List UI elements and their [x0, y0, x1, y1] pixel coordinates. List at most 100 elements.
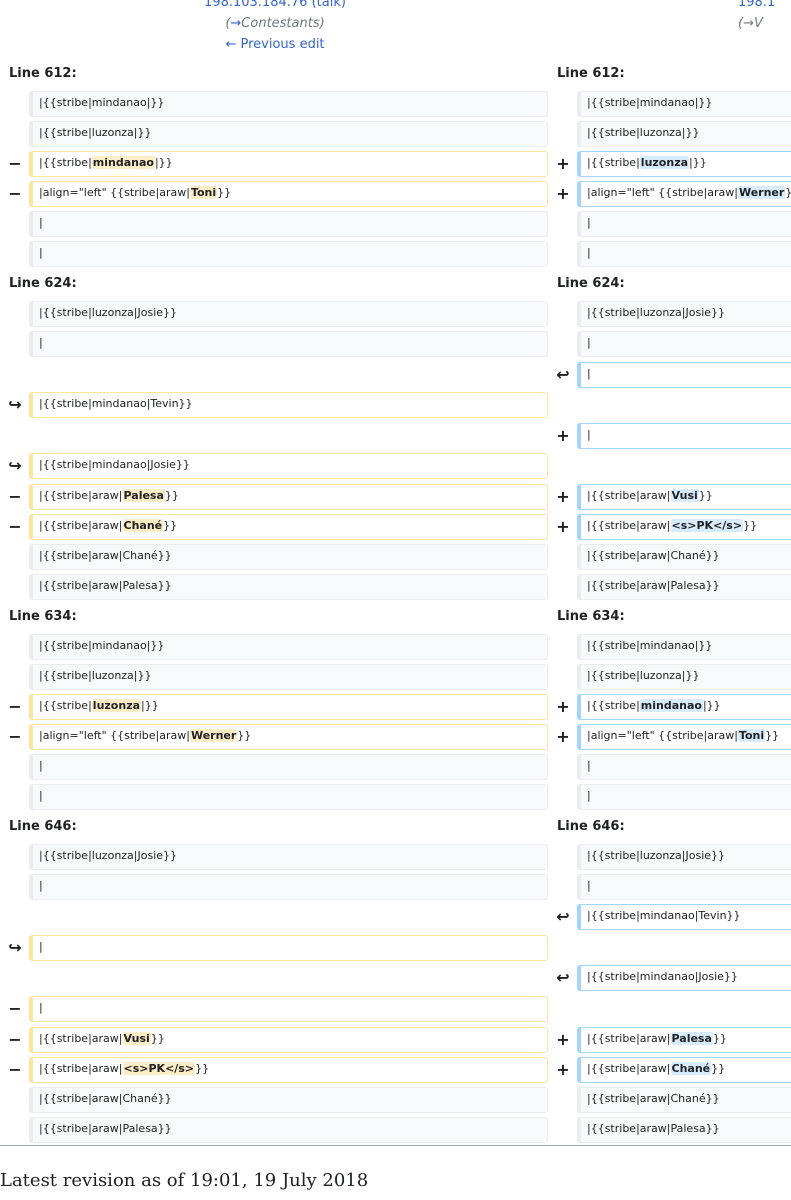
- line-label-right: Line 612:: [557, 66, 625, 81]
- minus-icon: −: [8, 154, 22, 173]
- diff-change-highlight: mindanao: [91, 156, 155, 169]
- diff-text: }}: [712, 1032, 727, 1045]
- diff-text: |align="left" {{stribe|araw|: [587, 729, 738, 742]
- diff-text: |}}: [689, 156, 707, 169]
- diff-change-highlight: Werner: [189, 729, 238, 742]
- plus-icon: +: [556, 154, 570, 173]
- diff-cell-old: |{{stribe|araw|Palesa}}: [29, 484, 548, 510]
- moved-paragraph-return-icon[interactable]: ↩: [554, 965, 572, 991]
- diff-cell-old: |{{stribe|araw|Vusi}}: [29, 1027, 548, 1053]
- line-label-right: Line 634:: [557, 609, 625, 624]
- diff-change-highlight: Chané: [122, 519, 164, 532]
- right-ip-link[interactable]: 198.1: [738, 0, 775, 10]
- diff-cell-new: |align="left" {{stribe|araw|Toni}}: [577, 724, 791, 750]
- diff-change-highlight: luzonza: [639, 156, 690, 169]
- diff-text: |}}: [141, 699, 159, 712]
- diff-text: }}: [711, 1062, 726, 1075]
- diff-cell-old: |{{stribe|mindanao|}}: [29, 151, 548, 177]
- latest-revision-heading: Latest revision as of 19:01, 19 July 201…: [0, 1170, 369, 1191]
- diff-cell-new: |: [577, 241, 791, 267]
- line-label-right: Line 624:: [557, 276, 625, 291]
- diff-cell-old: |{{stribe|luzonza|}}: [29, 121, 548, 147]
- diff-change-highlight: Palesa: [122, 489, 165, 502]
- line-label-left: Line 646:: [9, 819, 77, 834]
- diff-cell-old: |{{stribe|luzonza|Josie}}: [29, 844, 548, 870]
- line-label-right: Line 646:: [557, 819, 625, 834]
- diff-text: }}: [195, 1062, 210, 1075]
- diff-cell-new: |: [577, 423, 791, 449]
- diff-text: |{{stribe|: [39, 699, 92, 712]
- moved-paragraph-icon[interactable]: ↪: [6, 453, 24, 479]
- minus-icon: −: [8, 1030, 22, 1049]
- diff-cell-new: |{{stribe|araw|Chané}}: [577, 1057, 791, 1083]
- plus-icon: +: [556, 184, 570, 203]
- diff-cell-old: |: [29, 241, 548, 267]
- diff-text: }}: [785, 186, 791, 199]
- diff-cell-new: |: [577, 362, 791, 388]
- minus-icon: −: [8, 184, 22, 203]
- plus-icon: +: [556, 697, 570, 716]
- left-revision-user: 198.103.184.76 (talk): [0, 0, 550, 13]
- diff-text: |align="left" {{stribe|araw|: [39, 186, 190, 199]
- diff-cell-old: |align="left" {{stribe|araw|Werner}}: [29, 724, 548, 750]
- minus-icon: −: [8, 697, 22, 716]
- left-revision-header: 198.103.184.76 (talk) (→Contestants) ← P…: [0, 0, 550, 55]
- diff-change-highlight: <s>PK</s>: [670, 519, 744, 532]
- line-label-left: Line 612:: [9, 66, 77, 81]
- diff-text: }}: [237, 729, 252, 742]
- diff-cell-new: |{{stribe|luzonza|Josie}}: [577, 844, 791, 870]
- diff-text: |{{stribe|araw|: [39, 1032, 123, 1045]
- diff-cell-old: |: [29, 996, 548, 1022]
- moved-paragraph-icon[interactable]: ↪: [6, 935, 24, 961]
- diff-cell-old: |{{stribe|luzonza|}}: [29, 664, 548, 690]
- diff-text: |}}: [154, 156, 173, 169]
- minus-icon: −: [8, 727, 22, 746]
- diff-cell-new: |{{stribe|mindanao|}}: [577, 634, 791, 660]
- diff-cell-new: |{{stribe|luzonza|Josie}}: [577, 301, 791, 327]
- diff-text: }}: [698, 489, 713, 502]
- diff-text: |{{stribe|araw|: [587, 1032, 671, 1045]
- moved-paragraph-return-icon[interactable]: ↩: [554, 362, 572, 388]
- diff-change-highlight: Toni: [737, 729, 766, 742]
- diff-text: |{{stribe|araw|: [39, 489, 123, 502]
- moved-paragraph-icon[interactable]: ↪: [6, 392, 24, 418]
- diff-cell-old: |{{stribe|araw|<s>PK</s>}}: [29, 1057, 548, 1083]
- diff-cell-old: |{{stribe|mindanao|Josie}}: [29, 453, 548, 479]
- section-arrow-link[interactable]: →: [230, 16, 241, 31]
- diff-cell-old: |: [29, 874, 548, 900]
- diff-cell-new: |: [577, 331, 791, 357]
- diff-text: |{{stribe|araw|: [39, 519, 123, 532]
- diff-text: }}: [150, 1032, 165, 1045]
- diff-text: }}: [164, 489, 179, 502]
- right-revision-header: 198.1 (→V: [738, 0, 791, 34]
- previous-edit-link[interactable]: ← Previous edit: [225, 37, 324, 52]
- left-talk-link[interactable]: (talk): [312, 0, 346, 10]
- diff-cell-new: |{{stribe|araw|<s>PK</s>}}: [577, 514, 791, 540]
- diff-change-highlight: Vusi: [122, 1032, 151, 1045]
- diff-cell-new: |{{stribe|luzonza|}}: [577, 664, 791, 690]
- diff-text: |{{stribe|araw|: [587, 519, 671, 532]
- diff-cell-old: |{{stribe|araw|Chané}}: [29, 514, 548, 540]
- diff-text: |{{stribe|: [39, 156, 92, 169]
- diff-cell-new: |align="left" {{stribe|araw|Werner}}: [577, 181, 791, 207]
- diff-text: }}: [217, 186, 232, 199]
- diff-cell-old: |{{stribe|araw|Chané}}: [29, 544, 548, 570]
- diff-cell-new: |{{stribe|mindanao|Josie}}: [577, 965, 791, 991]
- diff-cell-new: |{{stribe|araw|Palesa}}: [577, 574, 791, 600]
- diff-cell-new: |{{stribe|luzonza|}}: [577, 151, 791, 177]
- plus-icon: +: [556, 1030, 570, 1049]
- moved-paragraph-return-icon[interactable]: ↩: [554, 904, 572, 930]
- section-name: Contestants: [241, 16, 320, 31]
- diff-text: }}: [743, 519, 758, 532]
- diff-cell-new: |{{stribe|araw|Chané}}: [577, 544, 791, 570]
- diff-cell-new: |: [577, 784, 791, 810]
- diff-cell-old: |: [29, 331, 548, 357]
- left-ip-link[interactable]: 198.103.184.76: [204, 0, 307, 10]
- diff-cell-old: |: [29, 784, 548, 810]
- diff-change-highlight: mindanao: [639, 699, 703, 712]
- diff-cell-old: |{{stribe|araw|Chané}}: [29, 1087, 548, 1113]
- diff-cell-new: |{{stribe|mindanao|Tevin}}: [577, 904, 791, 930]
- diff-cell-old: |align="left" {{stribe|araw|Toni}}: [29, 181, 548, 207]
- line-label-left: Line 624:: [9, 276, 77, 291]
- diff-cell-old: |{{stribe|mindanao|}}: [29, 634, 548, 660]
